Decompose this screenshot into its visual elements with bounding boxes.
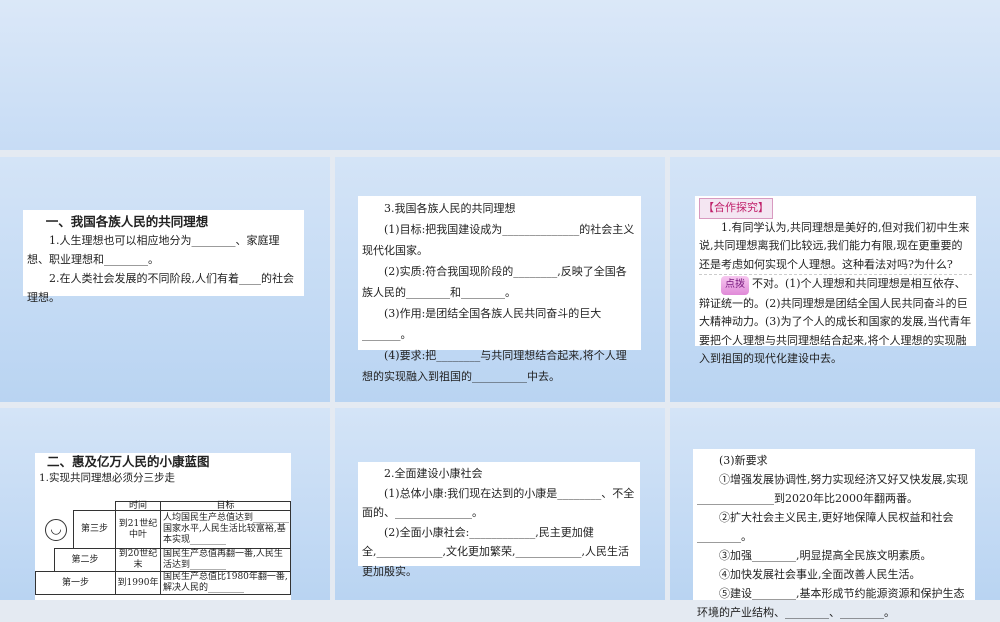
slide-3[interactable]: 【合作探究】 1.有同学认为,共同理想是美好的,但对我们初中生来说,共同理想离我…: [670, 157, 1000, 402]
text-line: ④加快发展社会事业,全面改善人民生活。: [719, 568, 921, 581]
slide-6[interactable]: (3)新要求 ①增强发展协调性,努力实现经济又好又快发展,实现_________…: [670, 408, 1000, 619]
slide-4-content: 二、惠及亿万人民的小康蓝图 1.实现共同理想必须分三步走 ◡ 时间 目标 第三步…: [35, 453, 291, 600]
slide-2-content: 3.我国各族人民的共同理想 (1)目标:把我国建设成为_____________…: [358, 196, 641, 383]
slide-6-content: (3)新要求 ①增强发展协调性,努力实现经济又好又快发展,实现_________…: [693, 449, 975, 619]
text-line: (2)全面小康社会:____________,民主更加健全,__________…: [362, 525, 629, 578]
slide-5[interactable]: 2.全面建设小康社会 (1)总体小康:我们现在达到的小康是________、不全…: [335, 408, 665, 600]
slide-1[interactable]: 一、我国各族人民的共同理想 1.人生理想也可以相应地分为________、家庭理…: [0, 157, 330, 402]
step-cell: 第一步: [35, 571, 116, 595]
goal-cell: 国民生产总值比1980年翻一番,解决人民的________: [160, 571, 291, 595]
text-line: 2.全面建设小康社会: [384, 467, 483, 480]
text-line: (3)新要求: [719, 454, 768, 467]
text-line: (3)作用:是团结全国各族人民共同奋斗的巨大_______。: [362, 307, 602, 341]
top-slide: [0, 0, 1000, 150]
text-line: (4)要求:把________与共同理想结合起来,将个人理想的实现融入到祖国的_…: [362, 349, 627, 383]
slide-1-content: 一、我国各族人民的共同理想 1.人生理想也可以相应地分为________、家庭理…: [23, 210, 304, 304]
hint-badge: 点拨: [721, 276, 749, 295]
slide-4[interactable]: 二、惠及亿万人民的小康蓝图 1.实现共同理想必须分三步走 ◡ 时间 目标 第三步…: [0, 408, 330, 600]
steps-table: ◡ 时间 目标 第三步 到21世纪中叶 人均国民生产总值达到________国家…: [35, 501, 291, 596]
cooperation-tag: 【合作探究】: [699, 198, 773, 219]
goal-cell: 国民生产总值再翻一番,人民生活达到________: [160, 548, 291, 572]
text-line: ⑤建设________,基本形成节约能源资源和保护生态环境的产业结构、_____…: [697, 587, 965, 619]
section-heading: 二、惠及亿万人民的小康蓝图: [47, 454, 210, 469]
text-line: 3.我国各族人民的共同理想: [384, 202, 516, 215]
step-cell: 第三步: [73, 510, 116, 549]
text-line: (1)目标:把我国建设成为______________的社会主义现代化国家。: [362, 223, 635, 257]
smiley-icon: ◡: [45, 519, 67, 541]
question-text: 1.有同学认为,共同理想是美好的,但对我们初中生来说,共同理想离我们比较远,我们…: [699, 220, 970, 271]
text-line: ③加强________,明显提高全民族文明素质。: [719, 549, 932, 562]
slide-2[interactable]: 3.我国各族人民的共同理想 (1)目标:把我国建设成为_____________…: [335, 157, 665, 402]
subheading: 1.实现共同理想必须分三步走: [39, 472, 176, 484]
slide-5-content: 2.全面建设小康社会 (1)总体小康:我们现在达到的小康是________、不全…: [358, 462, 640, 578]
slide-3-content: 【合作探究】 1.有同学认为,共同理想是美好的,但对我们初中生来说,共同理想离我…: [695, 196, 976, 365]
time-cell: 到1990年: [115, 571, 161, 595]
section-heading: 一、我国各族人民的共同理想: [45, 214, 209, 229]
text-line: ②扩大社会主义民主,更好地保障人民权益和社会________。: [697, 511, 954, 543]
text-line: (2)实质:符合我国现阶段的________,反映了全国各族人民的_______…: [362, 265, 627, 299]
text-line: (1)总体小康:我们现在达到的小康是________、不全面的、________…: [362, 486, 635, 520]
text-line: 1.人生理想也可以相应地分为________、家庭理想、职业理想和_______…: [27, 234, 280, 266]
time-cell: 到20世纪末: [115, 548, 161, 572]
text-line: ①增强发展协调性,努力实现经济又好又快发展,实现______________到2…: [697, 473, 968, 505]
step-cell: 第二步: [54, 548, 116, 572]
time-cell: 到21世纪中叶: [115, 510, 161, 549]
goal-cell: 人均国民生产总值达到________国家水平,人民生活比较富裕,基本实现____…: [160, 510, 291, 549]
text-line: 2.在人类社会发展的不同阶段,人们有着____的社会理想。: [27, 272, 294, 304]
